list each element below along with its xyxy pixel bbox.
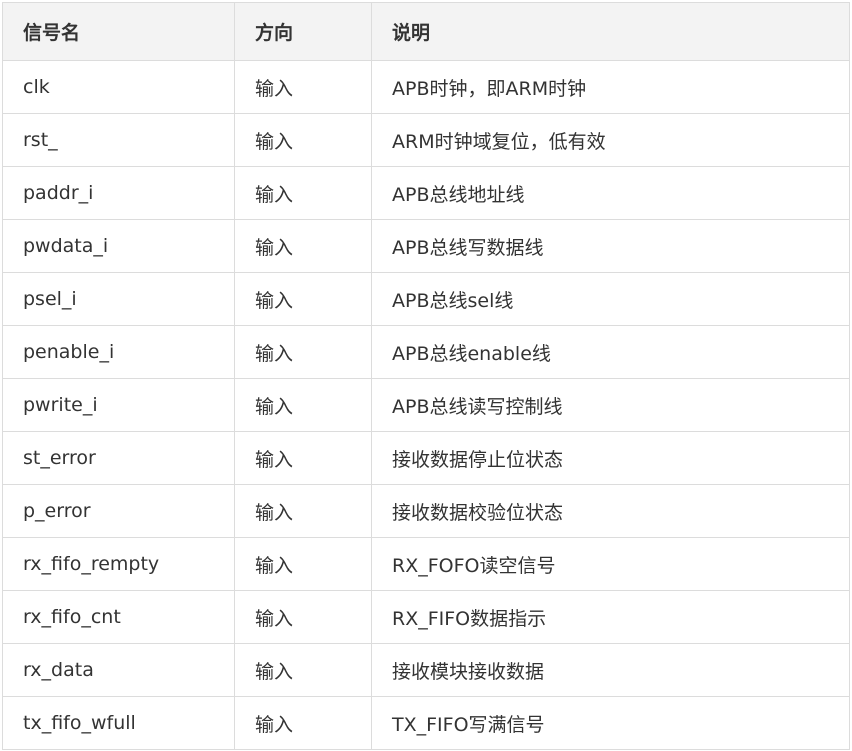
description-cell: 接收数据停止位状态 <box>371 431 850 485</box>
header-description: 说明 <box>371 2 850 61</box>
description-cell: 接收数据校验位状态 <box>371 484 850 538</box>
direction-cell: 输入 <box>234 113 372 167</box>
signal-name-cell: tx_fifo_wfull <box>2 696 235 750</box>
header-direction: 方向 <box>234 2 372 61</box>
table-row: paddr_i 输入 APB总线地址线 <box>2 166 850 220</box>
direction-cell: 输入 <box>234 219 372 273</box>
signal-name-cell: rx_fifo_rempty <box>2 537 235 591</box>
description-cell: RX_FIFO数据指示 <box>371 590 850 644</box>
description-cell: APB总线写数据线 <box>371 219 850 273</box>
direction-cell: 输入 <box>234 590 372 644</box>
table-body: clk 输入 APB时钟，即ARM时钟 rst_ 输入 ARM时钟域复位，低有效… <box>2 60 850 750</box>
signal-name-cell: clk <box>2 60 235 114</box>
description-cell: APB总线enable线 <box>371 325 850 379</box>
header-signal-name: 信号名 <box>2 2 235 61</box>
table-row: st_error 输入 接收数据停止位状态 <box>2 431 850 485</box>
description-cell: APB时钟，即ARM时钟 <box>371 60 850 114</box>
signal-name-cell: rx_data <box>2 643 235 697</box>
signal-name-cell: penable_i <box>2 325 235 379</box>
table-row: rst_ 输入 ARM时钟域复位，低有效 <box>2 113 850 167</box>
direction-cell: 输入 <box>234 484 372 538</box>
header-row: 信号名 方向 说明 <box>2 2 850 61</box>
description-cell: APB总线地址线 <box>371 166 850 220</box>
table-row: rx_fifo_cnt 输入 RX_FIFO数据指示 <box>2 590 850 644</box>
signal-name-cell: rx_fifo_cnt <box>2 590 235 644</box>
direction-cell: 输入 <box>234 696 372 750</box>
signal-name-cell: psel_i <box>2 272 235 326</box>
direction-cell: 输入 <box>234 378 372 432</box>
description-cell: APB总线读写控制线 <box>371 378 850 432</box>
table-row: rx_data 输入 接收模块接收数据 <box>2 643 850 697</box>
direction-cell: 输入 <box>234 537 372 591</box>
table-row: penable_i 输入 APB总线enable线 <box>2 325 850 379</box>
direction-cell: 输入 <box>234 325 372 379</box>
table-row: pwrite_i 输入 APB总线读写控制线 <box>2 378 850 432</box>
table-row: psel_i 输入 APB总线sel线 <box>2 272 850 326</box>
signal-name-cell: paddr_i <box>2 166 235 220</box>
signal-name-cell: rst_ <box>2 113 235 167</box>
description-cell: ARM时钟域复位，低有效 <box>371 113 850 167</box>
direction-cell: 输入 <box>234 60 372 114</box>
table-row: clk 输入 APB时钟，即ARM时钟 <box>2 60 850 114</box>
table-row: p_error 输入 接收数据校验位状态 <box>2 484 850 538</box>
description-cell: TX_FIFO写满信号 <box>371 696 850 750</box>
table-row: pwdata_i 输入 APB总线写数据线 <box>2 219 850 273</box>
direction-cell: 输入 <box>234 272 372 326</box>
table-header: 信号名 方向 说明 <box>2 2 850 61</box>
signal-name-cell: pwdata_i <box>2 219 235 273</box>
direction-cell: 输入 <box>234 643 372 697</box>
signal-table-container: 信号名 方向 说明 clk 输入 APB时钟，即ARM时钟 rst_ 输入 AR… <box>2 2 850 750</box>
signal-name-cell: pwrite_i <box>2 378 235 432</box>
signal-table: 信号名 方向 说明 clk 输入 APB时钟，即ARM时钟 rst_ 输入 AR… <box>2 2 850 750</box>
description-cell: APB总线sel线 <box>371 272 850 326</box>
signal-name-cell: p_error <box>2 484 235 538</box>
description-cell: 接收模块接收数据 <box>371 643 850 697</box>
table-row: rx_fifo_rempty 输入 RX_FOFO读空信号 <box>2 537 850 591</box>
direction-cell: 输入 <box>234 431 372 485</box>
signal-name-cell: st_error <box>2 431 235 485</box>
description-cell: RX_FOFO读空信号 <box>371 537 850 591</box>
table-row: tx_fifo_wfull 输入 TX_FIFO写满信号 <box>2 696 850 750</box>
direction-cell: 输入 <box>234 166 372 220</box>
